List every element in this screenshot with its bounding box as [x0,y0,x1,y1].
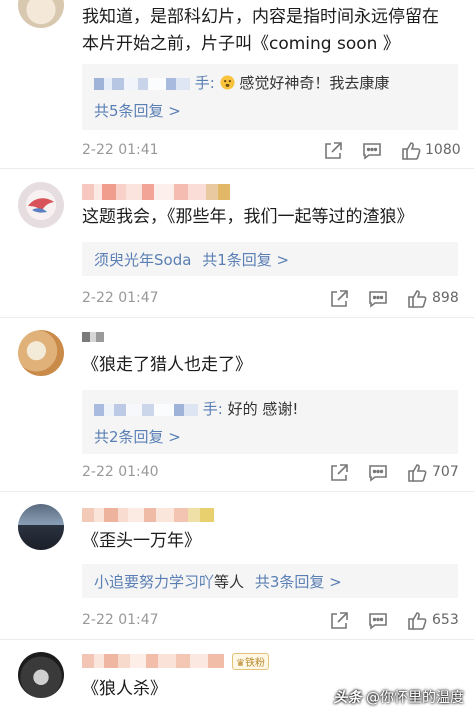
comment-icon[interactable] [367,462,389,484]
avatar[interactable] [18,182,64,228]
badge-label: 铁粉 [244,658,265,669]
reply-summary[interactable]: 小追要努力学习吖等人 共3条回复 > [94,571,342,592]
blurred-username [82,184,230,200]
reply-username[interactable]: 须臾光年Soda [94,251,191,269]
watermark-logo: 头条 [333,690,362,706]
share-icon[interactable] [328,610,350,632]
divider [0,168,474,169]
reply-summary[interactable]: 须臾光年Soda 共1条回复 > [94,249,289,270]
reply-username-suffix: 手: [202,400,223,418]
share-icon[interactable] [328,288,350,310]
avatar[interactable] [18,504,64,550]
comment-text: 我知道，是部科幻片，内容是指时间永远停留在本片开始之前，片子叫《coming s… [82,7,439,54]
reply-preview[interactable]: 手: 感觉好神奇！我去康康 [94,72,389,93]
thumbs-up-icon[interactable] [406,462,428,484]
share-icon[interactable] [322,140,344,162]
comment-text: 《歪头一万年》 [82,531,201,551]
share-icon[interactable] [328,462,350,484]
comment-footer: 2-22 01:41 1080 [82,140,461,164]
blurred-username [82,332,104,342]
reply-others-label: 等人 [214,573,245,591]
timestamp: 2-22 01:47 [82,612,159,628]
like-count: 1080 [425,142,461,158]
reply-preview-text: 感觉好神奇！我去康康 [239,74,390,92]
reply-box[interactable]: 手: 感觉好神奇！我去康康 共5条回复 > [82,64,458,130]
timestamp: 2-22 01:41 [82,142,159,158]
fan-badge: ♛铁粉 [232,653,269,670]
watermark: 头条 @你怀里的温度 [334,687,464,707]
reply-username[interactable]: 小追要努力学习吖 [94,573,214,591]
comment-text: 《狼走了猎人也走了》 [82,355,252,375]
comment-item: 我知道，是部科幻片，内容是指时间永远停留在本片开始之前，片子叫《coming s… [0,0,474,170]
blurred-username [82,508,214,522]
comment-footer: 2-22 01:47 653 [82,610,459,634]
comment-footer: 2-22 01:47 898 [82,288,459,312]
comment-text: 这题我会，《那些年，我们一起等过的渣狼》 [82,207,414,227]
timestamp: 2-22 01:47 [82,290,159,306]
timestamp: 2-22 01:40 [82,464,159,480]
comment-item: 《狼走了猎人也走了》 手: 好的 感谢! 共2条回复 > 2-22 01:40 … [0,318,474,490]
watermark-handle: @你怀里的温度 [366,690,464,706]
comment-item: 《歪头一万年》 小追要努力学习吖等人 共3条回复 > 2-22 01:47 65… [0,492,474,638]
avatar[interactable] [18,0,64,28]
reply-box[interactable]: 须臾光年Soda 共1条回复 > [82,242,458,276]
avatar-image [28,198,54,213]
comment-footer: 2-22 01:40 707 [82,462,459,486]
thumbs-up-icon[interactable] [406,610,428,632]
reply-count-link[interactable]: 共1条回复 > [202,251,289,269]
reply-preview[interactable]: 手: 好的 感谢! [94,398,298,419]
blurred-username [94,403,198,416]
reply-count-link[interactable]: 共2条回复 > [94,426,181,447]
like-count: 707 [432,464,459,480]
avatar[interactable] [18,330,64,376]
badge-crown-icon: ♛ [236,658,245,669]
comment-icon[interactable] [361,140,383,162]
comment-icon[interactable] [367,610,389,632]
like-count: 653 [432,612,459,628]
reply-username-suffix: 手: [194,74,215,92]
emoji-face-icon [220,75,235,90]
reply-box[interactable]: 小追要努力学习吖等人 共3条回复 > [82,564,458,598]
blurred-username [82,654,224,668]
thumbs-up-icon[interactable] [400,140,422,162]
reply-count-link[interactable]: 共5条回复 > [94,100,181,121]
reply-count-link[interactable]: 共3条回复 > [255,573,342,591]
blurred-username [94,77,190,90]
comment-icon[interactable] [367,288,389,310]
like-count: 898 [432,290,459,306]
thumbs-up-icon[interactable] [406,288,428,310]
reply-box[interactable]: 手: 好的 感谢! 共2条回复 > [82,390,458,454]
avatar[interactable] [18,652,64,698]
comment-item: 这题我会，《那些年，我们一起等过的渣狼》 须臾光年Soda 共1条回复 > 2-… [0,170,474,316]
reply-preview-text: 好的 感谢! [227,400,299,418]
